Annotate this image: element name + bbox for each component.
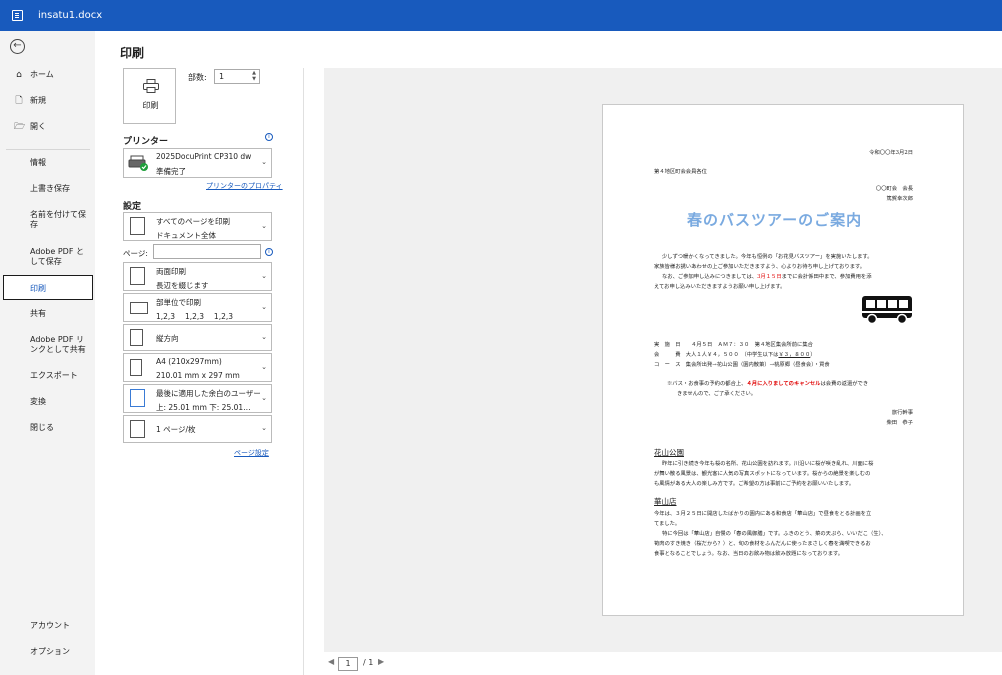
chevron-down-icon: ⌄ [261,271,267,280]
copies-spinner[interactable]: ▲ ▼ [252,70,256,82]
bus-icon [862,296,912,325]
sidebar-item-convert[interactable]: 変換 [30,397,86,407]
print-range-dropdown[interactable]: すべてのページを印刷 ドキュメント全体 ⌄ [123,212,272,241]
previous-page-icon[interactable]: ◀ [328,657,334,666]
doc-date: 令和〇〇年3月2日 [869,150,913,156]
margins-dropdown[interactable]: 最後に適用した余白のユーザー… 上: 25.01 mm 下: 25.01… ⌄ [123,384,272,413]
pages-icon [130,217,145,235]
doc-detail-date: 実 施 日 ４月５日 ＡＭ７：３０ 第４地区集会所前に集合 [654,342,813,348]
chevron-down-icon: ⌄ [261,362,267,371]
printer-section-title: プリンター [123,137,169,147]
settings-section-title: 設定 [123,202,142,212]
total-pages: / 1 [363,658,374,667]
sidebar-item-save-adobe-pdf[interactable]: Adobe PDF として保存 [30,247,86,267]
page-setup-link[interactable]: ページ設定 [234,448,269,458]
chevron-down-icon: ⌄ [261,424,267,432]
doc-recipient: 第４地区町会会員各位 [654,169,707,175]
collate-icon [130,302,148,314]
sidebar-item-print[interactable]: 印刷 [3,275,93,300]
chevron-down-icon: ⌄ [261,302,267,311]
printer-properties-link[interactable]: プリンターのプロパティ [206,181,283,191]
print-button[interactable]: 印刷 [123,68,176,124]
info-icon[interactable]: i [265,133,273,141]
copies-input[interactable]: 1 ▲ ▼ [214,69,260,84]
doc-detail-course: コ ー ス 集会所出発→花山公園（園内散策）→桃原郷（昼食会）・買食 [654,362,830,368]
chevron-down-icon: ⌄ [261,393,267,402]
doc-paragraph: 少しずつ暖かくなってきました。今年も恒例の「お花見バスツアー」を実施いたします。 [662,254,873,260]
orientation-dropdown[interactable]: 縦方向 ⌄ [123,324,272,351]
sidebar-item-share-adobe-link[interactable]: Adobe PDF リンクとして共有 [30,335,86,355]
duplex-print-icon [130,267,145,285]
sidebar-item-share[interactable]: 共有 [30,309,86,319]
doc-note: きませんので、ご了承ください。 [677,391,757,397]
pages-label: ページ: [123,249,148,258]
printer-dropdown[interactable]: 2025DocuPrint CP310 dw 準備完了 ⌄ [123,148,272,178]
next-page-icon[interactable]: ▶ [378,657,384,666]
preview-page: 令和〇〇年3月2日 第４地区町会会員各位 〇〇町会 会長 篤賀幸次郎 春のバスツ… [602,104,964,616]
duplex-dropdown[interactable]: 両面印刷 長辺を綴じます ⌄ [123,262,272,291]
chevron-down-icon: ⌄ [261,158,267,166]
doc-paragraph: も風情がある大人の楽しみ方です。ご希望の方は事前にご予約をお願いいたします。 [654,481,855,487]
doc-subheading: 花山公園 [654,448,684,457]
pages-per-sheet-dropdown[interactable]: 1 ページ/枚 ⌄ [123,415,272,443]
sidebar-item-save[interactable]: 上書き保存 [30,184,86,194]
doc-detail-fee: 会 費 大人１人￥４，５００ （中学生以下は￥３，８００） [654,352,816,358]
title-bar: insatu1.docx [0,0,1002,31]
backstage-sidebar: ← ⌂ ホーム 🗋 新規 🗁 開く 情報 上書き保存 名前を付けて保存 Adob… [0,31,95,675]
doc-paragraph: が舞い散る風景は、観光客に人気の写真スポットになっています。桜からの絶景を楽しむ… [654,471,871,477]
printer-name: 2025DocuPrint CP310 dw [156,152,252,161]
paper-size-dropdown[interactable]: A4 (210x297mm) 210.01 mm x 297 mm ⌄ [123,353,272,382]
sidebar-item-save-as[interactable]: 名前を付けて保存 [30,210,86,230]
doc-paragraph: てました。 [654,521,681,527]
sidebar-item-account[interactable]: アカウント [30,621,86,631]
doc-paragraph: 特に今回は「華山店」自慢の「春の風御膳」です。ふきのとう、菜の天ぷら、いいだこ（… [662,531,887,537]
doc-signer-role: 旅行幹事 [891,410,913,416]
doc-paragraph: なお、ご参加申し込みにつきましては、3月１５日までに会計係田中まで、参加費用を添 [662,274,872,280]
printer-icon [143,79,159,93]
printer-ready-icon [128,155,148,171]
doc-paragraph: 食事となることでしょう。なお、当日のお飲み物は飲み放題になっております。 [654,551,844,557]
sidebar-item-info[interactable]: 情報 [30,158,86,168]
doc-subheading: 華山店 [654,497,677,506]
doc-title: 春のバスツアーのご案内 [687,211,863,229]
doc-note: ※バス・お食事の予約の都合上、４月に入りましてのキャンセルは会費の返還ができ [667,381,869,387]
info-icon[interactable]: i [265,248,273,256]
back-arrow-icon[interactable]: ← [10,39,25,54]
doc-sender-name: 篤賀幸次郎 [886,196,914,202]
sidebar-item-export[interactable]: エクスポート [30,371,86,381]
word-app-icon [12,10,23,21]
document-filename: insatu1.docx [38,10,103,21]
portrait-icon [130,329,143,346]
doc-paragraph: 家族皆様お誘いあわせの上ご参加いただきますよう、心よりお待ち申し上げております。 [654,264,866,270]
new-document-icon: 🗋 [15,96,23,106]
doc-paragraph: えてお申し込みいただきますようお願い申し上げます。 [654,284,786,290]
doc-paragraph: 今年は、３月２５日に開店したばかりの園内にある和食店「華山店」で昼食をとる計画を… [654,511,872,517]
pages-per-sheet-icon [130,420,145,438]
printer-status: 準備完了 [156,167,186,176]
sidebar-item-close[interactable]: 閉じる [30,423,86,433]
pages-input[interactable] [153,244,261,259]
page-title: 印刷 [120,46,145,60]
paper-size-icon [130,359,142,376]
doc-paragraph: 昨年に引き続き今年も桜の名所、花山公園を訪れます。川沿いに桜が咲き乱れ、川面に桜 [662,461,874,467]
sidebar-divider [6,149,90,150]
doc-paragraph: 筍肉のすき焼き（桜だから？）と、旬の食材をふんだんに使ったまさしく春を満喫できる… [654,541,871,547]
copies-label: 部数: [188,73,207,82]
home-icon: ⌂ [16,70,22,80]
doc-signer-name: 柴田 恭子 [886,420,914,426]
sidebar-item-options[interactable]: オプション [30,647,86,657]
current-page-input[interactable]: 1 [338,657,358,671]
chevron-down-icon: ⌄ [261,332,267,341]
doc-sender-title: 〇〇町会 会長 [875,186,913,192]
panel-divider [303,68,304,675]
folder-icon: 🗁 [14,122,26,132]
chevron-down-icon: ⌄ [261,221,267,230]
margins-icon [130,389,145,407]
collate-dropdown[interactable]: 部単位で印刷 1,2,3 1,2,3 1,2,3 ⌄ [123,293,272,322]
copies-value: 1 [219,72,225,81]
